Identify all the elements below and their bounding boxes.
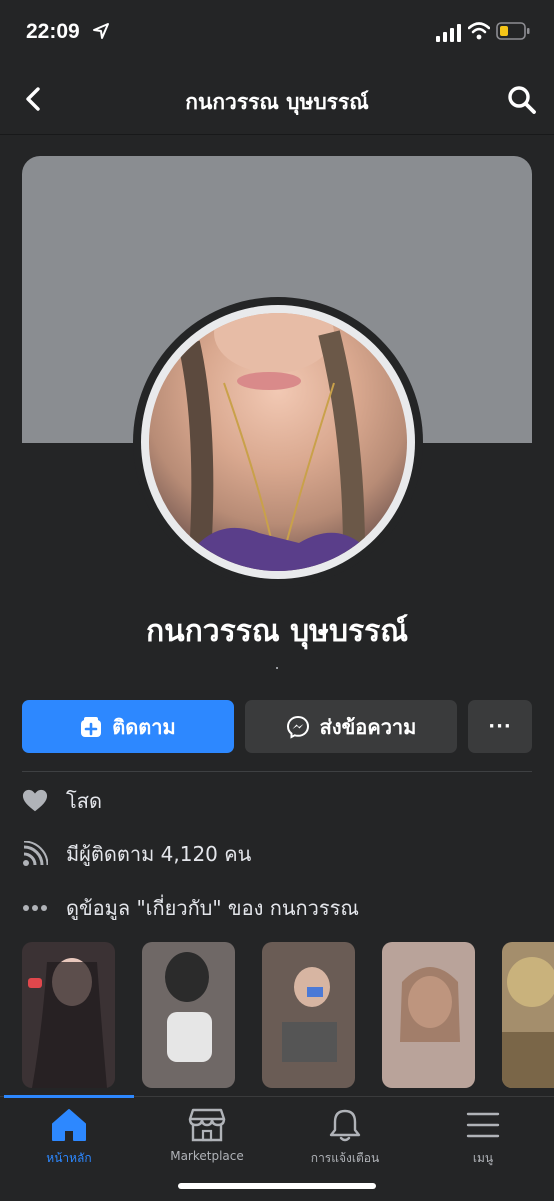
story-thumbnail[interactable] [502, 942, 554, 1088]
about-text: ดูข้อมูล "เกี่ยวกับ" ของ กนกวรรณ [66, 896, 359, 920]
story-thumbnail[interactable] [22, 942, 115, 1088]
page-title: กนกวรรณ บุษบรรณ์ [185, 90, 369, 114]
message-label: ส่งข้อความ [319, 714, 417, 739]
relationship-row: โสด [22, 781, 102, 821]
message-button[interactable]: ส่งข้อความ [245, 700, 457, 753]
wifi-icon [468, 22, 490, 40]
location-arrow-icon [93, 23, 109, 39]
avatar-image [178, 313, 384, 571]
tab-notifications-label: การแจ้งเตือน [310, 1151, 380, 1165]
story-thumbnail[interactable] [262, 942, 355, 1088]
follow-label: ติดตาม [112, 714, 176, 739]
relationship-text: โสด [66, 789, 102, 813]
more-button[interactable]: ··· [468, 700, 532, 753]
story-thumbnail[interactable] [142, 942, 235, 1088]
more-dots-icon [22, 895, 48, 921]
avatar-photo [149, 313, 407, 571]
profile-avatar[interactable] [133, 297, 423, 587]
follow-icon [81, 716, 102, 737]
followers-text: มีผู้ติดตาม 4,120 คน [66, 842, 252, 866]
menu-icon [466, 1112, 500, 1138]
home-icon [52, 1109, 86, 1141]
tab-home[interactable]: หน้าหลัก [0, 1107, 138, 1167]
signal-icon [436, 24, 461, 42]
profile-subtitle: . [274, 654, 280, 673]
messenger-icon [286, 715, 309, 739]
about-row[interactable]: ดูข้อมูล "เกี่ยวกับ" ของ กนกวรรณ [22, 888, 359, 928]
active-tab-indicator [4, 1095, 134, 1098]
tab-menu-label: เมนู [472, 1151, 494, 1165]
stories-row [22, 942, 554, 1088]
status-time: 22:09 [26, 20, 80, 43]
home-indicator [178, 1183, 376, 1189]
search-icon[interactable] [506, 84, 538, 116]
header: กนกวรรณ บุษบรรณ์ [0, 66, 554, 135]
tab-marketplace[interactable]: Marketplace [138, 1107, 276, 1167]
tab-marketplace-label: Marketplace [170, 1149, 244, 1163]
tab-notifications[interactable]: การแจ้งเตือน [276, 1107, 414, 1167]
battery-icon [496, 22, 530, 40]
divider [22, 771, 532, 772]
marketplace-icon [188, 1108, 226, 1142]
bell-icon [329, 1109, 361, 1142]
more-icon: ··· [488, 716, 512, 737]
heart-icon [22, 788, 48, 814]
profile-name: กนกวรรณ บุษบรรณ์ [145, 614, 409, 649]
followers-row[interactable]: มีผู้ติดตาม 4,120 คน [22, 834, 251, 874]
avatar-ring [141, 305, 415, 579]
follow-button[interactable]: ติดตาม [22, 700, 234, 753]
tab-home-label: หน้าหลัก [46, 1151, 92, 1165]
status-bar: 22:09 [0, 0, 554, 66]
rss-icon [22, 841, 48, 867]
story-thumbnail[interactable] [382, 942, 475, 1088]
tab-menu[interactable]: เมนู [414, 1107, 552, 1167]
